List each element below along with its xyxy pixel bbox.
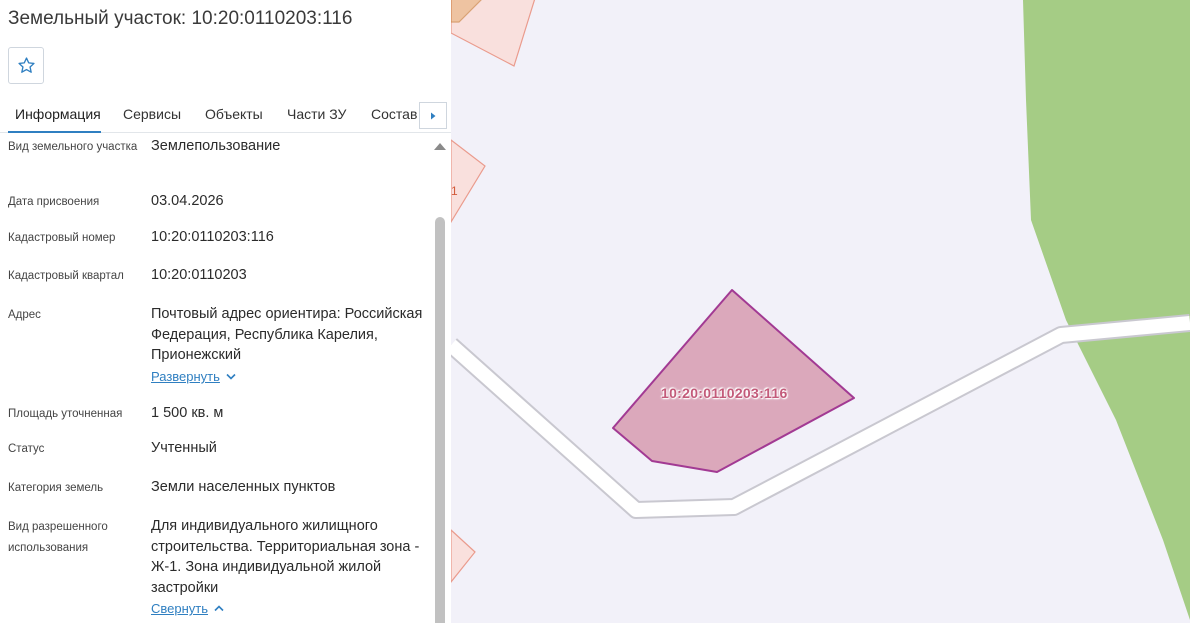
forest-area <box>1023 0 1190 623</box>
neighbor-parcel-label: 1 <box>451 184 458 198</box>
map-canvas[interactable] <box>451 0 1190 623</box>
label-status: Статус <box>8 443 45 455</box>
label-land-category: Категория земель <box>8 482 104 494</box>
expand-address-label: Развернуть <box>151 369 220 384</box>
value-area: 1 500 кв. м <box>151 405 224 421</box>
value-assign-date: 03.04.2026 <box>151 193 224 209</box>
tab-bar: Информация Сервисы Объекты Части ЗУ Сост… <box>0 100 451 133</box>
collapse-permitted-use-link[interactable]: Свернуть <box>151 601 224 616</box>
star-outline-icon <box>17 57 35 73</box>
favorite-button[interactable] <box>8 47 44 84</box>
expand-address-link[interactable]: Развернуть <box>151 369 236 384</box>
chevron-down-icon <box>226 373 236 380</box>
value-cadastral-quarter: 10:20:0110203 <box>151 267 247 283</box>
label-cadastral-number: Кадастровый номер <box>8 232 116 244</box>
value-land-type: Землепользование <box>151 138 281 154</box>
neighbor-parcel-middle <box>451 139 486 224</box>
tab-parts[interactable]: Части ЗУ <box>287 106 346 122</box>
tab-information[interactable]: Информация <box>15 106 101 122</box>
label-address: Адрес <box>8 309 41 321</box>
label-assign-date: Дата присвоения <box>8 196 100 208</box>
value-status: Учтенный <box>151 440 217 456</box>
tabs-next-button[interactable] <box>419 102 447 129</box>
label-area: Площадь уточненная <box>8 408 123 420</box>
value-cadastral-number: 10:20:0110203:116 <box>151 229 274 245</box>
active-tab-indicator <box>8 131 101 133</box>
tab-objects[interactable]: Объекты <box>205 106 263 122</box>
value-land-category: Земли населенных пунктов <box>151 479 336 495</box>
collapse-label: Свернуть <box>151 601 209 616</box>
parcel-cadastral-label: 10:20:0110203:116 <box>661 385 788 401</box>
scroll-up-arrow[interactable] <box>433 140 447 152</box>
label-permitted-use: Вид разрешенного использования <box>8 521 108 554</box>
page-title: Земельный участок: 10:20:0110203:116 <box>8 8 353 29</box>
label-land-type: Вид земельного участка <box>8 141 138 153</box>
scrollbar-thumb[interactable] <box>435 217 445 623</box>
label-cadastral-quarter: Кадастровый квартал <box>8 270 124 282</box>
value-address: Почтовый адрес ориентира: Российская Фед… <box>151 306 423 363</box>
tab-services[interactable]: Сервисы <box>123 106 181 122</box>
value-permitted-use: Для индивидуального жилищного строительс… <box>151 518 420 596</box>
caret-right-icon <box>431 112 436 119</box>
selected-parcel[interactable] <box>612 289 855 473</box>
attribute-list: Вид земельного участка Землепользование … <box>0 134 430 623</box>
chevron-up-icon <box>214 605 224 612</box>
neighbor-parcel-bottom <box>451 529 476 583</box>
triangle-up-icon <box>434 143 446 150</box>
info-panel: Земельный участок: 10:20:0110203:116 Инф… <box>0 0 451 623</box>
map-view[interactable]: 1 10:20:0110203:116 <box>451 0 1190 623</box>
tab-composition[interactable]: Состав <box>371 106 417 122</box>
